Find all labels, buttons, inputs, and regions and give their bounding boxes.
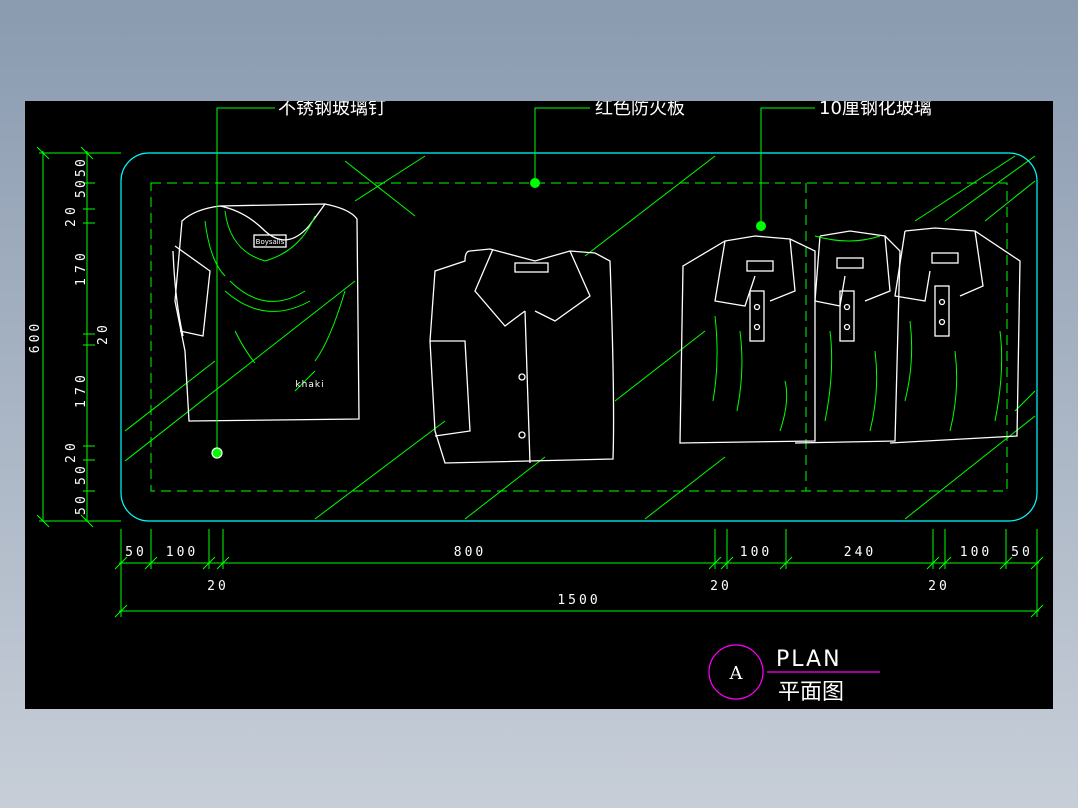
dim-left-8: 0: [74, 250, 89, 261]
dim-bottom-4: 240: [844, 545, 876, 560]
inner-dashed-frame: [150, 182, 1008, 492]
dim-left-10: 0: [96, 322, 111, 333]
title-cn: 平面图: [778, 680, 844, 705]
leader-lines: [216, 107, 815, 453]
dim-left-15: 0: [64, 440, 79, 451]
dim-left-9: 2: [96, 334, 111, 345]
dim-gap-2: 20: [928, 579, 950, 594]
dim-gap-1: 20: [710, 579, 732, 594]
title-en: PLAN: [776, 647, 842, 672]
dim-left-7: 7: [74, 262, 89, 273]
dim-left-12: 7: [74, 384, 89, 395]
dim-bottom-6: 50: [1011, 545, 1033, 560]
dim-left-17: 0: [74, 463, 89, 474]
cad-drawing-canvas: Boysalls khaki 不锈钢玻璃钉 红色防火板 10厘钢化玻璃 600 …: [25, 101, 1053, 709]
dim-left-5: 0: [64, 204, 79, 215]
dim-left-total: 600: [28, 321, 43, 353]
section-marker-letter: A: [729, 663, 744, 684]
label-fireproof-board: 红色防火板: [595, 101, 685, 119]
dim-left-13: 0: [74, 372, 89, 383]
left-dimension-text: 600 5 0 5 0 2 0 1 7 0 2 0 1 7 0 2 0 5 0 …: [28, 156, 111, 515]
tshirt-print-text: khaki: [295, 380, 324, 390]
label-glass-nail: 不锈钢玻璃钉: [278, 101, 386, 119]
glass-nail-marker: [211, 447, 223, 459]
dim-bottom-1: 100: [166, 545, 198, 560]
dim-left-18: 5: [74, 504, 89, 515]
dim-bottom-0: 50: [125, 545, 147, 560]
dim-bottom-5: 100: [960, 545, 992, 560]
dim-left-19: 0: [74, 493, 89, 504]
dim-left-3: 0: [74, 177, 89, 188]
tshirt-brand-tag: Boysalls: [256, 238, 285, 246]
tempered-glass-marker: [756, 221, 766, 231]
dim-left-11: 1: [74, 397, 89, 408]
folded-dress-shirt: [429, 248, 615, 464]
dim-gap-0: 20: [207, 579, 229, 594]
dim-left-4: 2: [64, 216, 79, 227]
dim-bottom-2: 800: [454, 545, 486, 560]
fireproof-board-marker: [530, 178, 540, 188]
glass-hatch: [124, 155, 1036, 520]
glass-board-outline: [120, 152, 1038, 522]
dim-total: 1500: [557, 593, 600, 608]
dim-left-1: 0: [74, 156, 89, 167]
polo-fold-detail: [712, 235, 1003, 432]
folded-polo-shirts: [679, 227, 1021, 444]
bottom-dimension-text: 50 100 800 100 240 100 50 20 20 20 1500: [125, 545, 1033, 608]
folded-tshirt: [172, 203, 360, 422]
dim-left-16: 5: [74, 474, 89, 485]
plan-drawing: Boysalls khaki 不锈钢玻璃钉 红色防火板 10厘钢化玻璃 600 …: [28, 101, 1044, 705]
dim-left-6: 1: [74, 275, 89, 286]
label-tempered-glass: 10厘钢化玻璃: [819, 101, 932, 119]
dim-bottom-3: 100: [740, 545, 772, 560]
dim-left-14: 2: [64, 452, 79, 463]
